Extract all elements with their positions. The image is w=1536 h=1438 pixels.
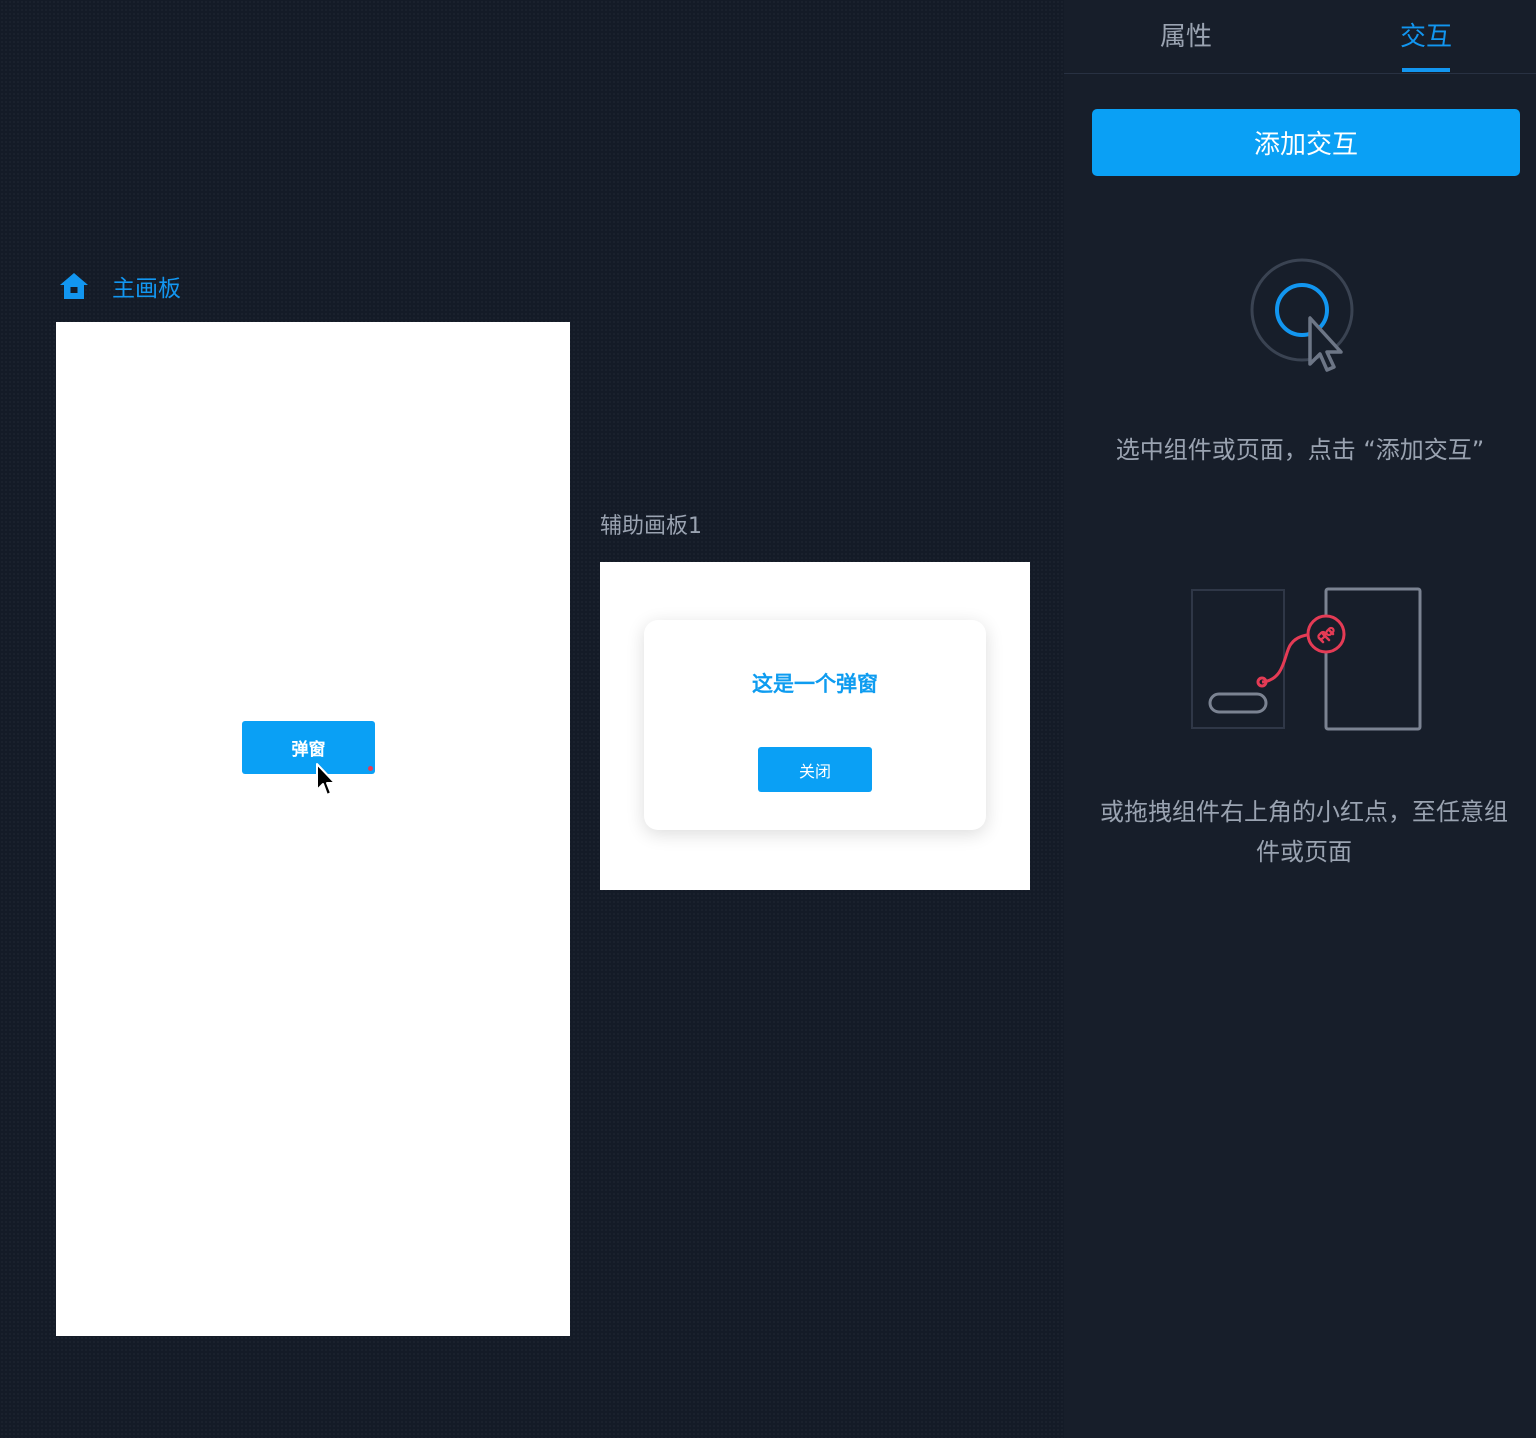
hint-drag-text: 或拖拽组件右上角的小红点，至任意组件或页面 — [1100, 798, 1508, 866]
hint-select-text: 选中组件或页面，点击 “添加交互” — [1115, 436, 1485, 464]
dialog-close-button[interactable]: 关闭 — [758, 747, 872, 792]
right-panel: 属性 交互 添加交互 选中组件或页面，点击 “添加交互” 或拖拽组件右上角的小红… — [1064, 0, 1536, 1438]
main-board-title: 主画板 — [112, 276, 181, 302]
design-canvas[interactable]: 主画板 弹窗 辅助画板1 这是一个弹窗 关闭 — [0, 0, 1064, 1438]
dialog-card[interactable]: 这是一个弹窗 关闭 — [644, 620, 986, 830]
main-board[interactable]: 弹窗 — [56, 322, 570, 1336]
home-icon — [60, 273, 88, 299]
click-target-icon — [1250, 258, 1354, 372]
popup-button[interactable]: 弹窗 — [242, 721, 375, 774]
tab-properties[interactable]: 属性 — [1160, 16, 1212, 53]
aux-board[interactable]: 这是一个弹窗 关闭 — [600, 562, 1030, 890]
link-drag-illustration — [1191, 587, 1422, 731]
link-handle-dot[interactable] — [368, 766, 373, 771]
dialog-title: 这是一个弹窗 — [752, 672, 878, 696]
panel-tabs: 属性 交互 — [1064, 0, 1536, 74]
mouse-cursor-icon — [316, 763, 336, 796]
popup-button-label: 弹窗 — [291, 740, 326, 760]
add-interaction-button[interactable]: 添加交互 — [1092, 109, 1520, 176]
aux-board-title[interactable]: 辅助画板1 — [600, 508, 702, 540]
active-tab-indicator — [1402, 68, 1450, 72]
main-board-header[interactable]: 主画板 — [58, 268, 181, 304]
tab-interaction[interactable]: 交互 — [1400, 16, 1452, 53]
add-interaction-label: 添加交互 — [1253, 130, 1358, 160]
dialog-close-label: 关闭 — [798, 761, 831, 781]
